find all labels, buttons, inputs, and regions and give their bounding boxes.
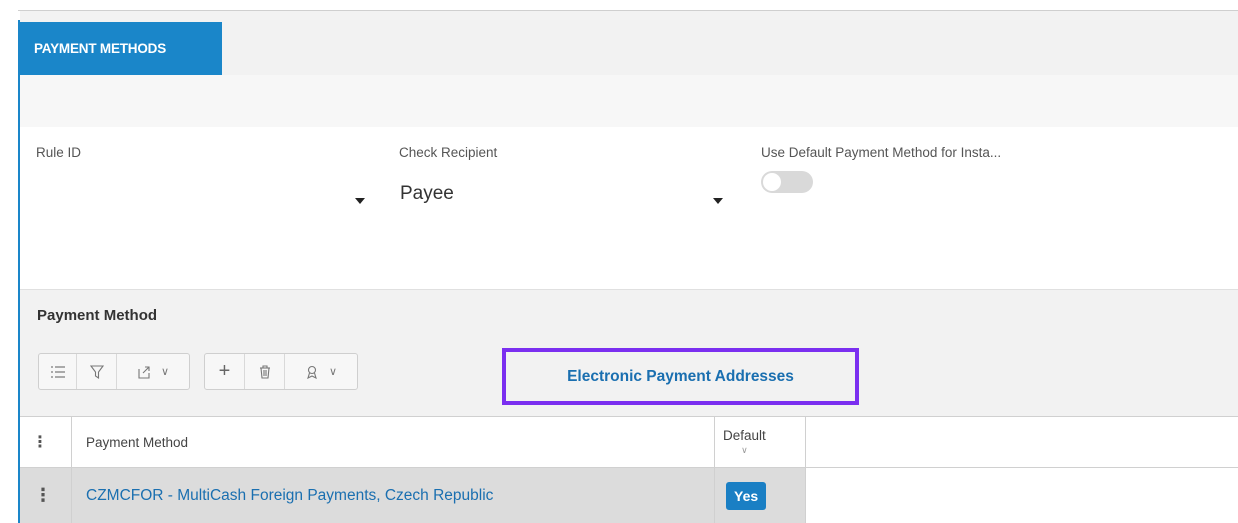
row-menu[interactable]: ⋮ — [34, 468, 54, 523]
trash-icon — [259, 364, 270, 379]
rule-form: Rule ID Check Recipient Payee Use Defaul… — [20, 127, 1238, 289]
section-title: Payment Method — [37, 307, 158, 324]
plus-icon: + — [218, 360, 231, 382]
sort-chevron-icon: ∨ — [741, 445, 748, 455]
default-cell: Yes — [726, 468, 767, 523]
header-band — [20, 75, 1238, 127]
toolbar-group-edit: + ∨ — [204, 353, 358, 390]
column-separator — [805, 417, 806, 467]
column-label: Default — [723, 428, 766, 443]
column-header-default[interactable]: Default ∨ — [723, 417, 766, 467]
export-button[interactable]: ∨ — [117, 354, 189, 389]
rule-id-dropdown-caret[interactable] — [355, 198, 365, 204]
list-button[interactable] — [39, 354, 77, 389]
column-separator — [71, 468, 72, 523]
use-default-toggle[interactable] — [761, 171, 813, 193]
add-button[interactable]: + — [205, 354, 245, 389]
toggle-knob — [763, 173, 781, 191]
check-recipient-value[interactable]: Payee — [400, 183, 454, 205]
toolbar-group-view: ∨ — [38, 353, 190, 390]
default-yes-badge: Yes — [726, 481, 767, 510]
electronic-payment-addresses-button[interactable]: Electronic Payment Addresses — [502, 348, 859, 405]
kebab-icon: ⋮ — [34, 485, 52, 505]
table-row[interactable]: ⋮ CZMCFOR - MultiCash Foreign Payments, … — [20, 468, 1238, 523]
rule-id-label: Rule ID — [36, 145, 82, 160]
grid-header: ⋮ Payment Method Default ∨ — [20, 416, 1238, 468]
column-separator — [714, 417, 715, 467]
chevron-down-icon: ∨ — [328, 366, 338, 378]
payment-method-section: Payment Method ∨ + ∨ Electronic Payment … — [20, 290, 1238, 416]
use-default-label: Use Default Payment Method for Insta... — [761, 145, 1002, 160]
column-header-payment-method[interactable]: Payment Method — [86, 417, 188, 467]
column-menu[interactable]: ⋮ — [32, 417, 52, 467]
chevron-down-icon: ∨ — [160, 366, 170, 378]
filter-button[interactable] — [77, 354, 117, 389]
list-icon — [50, 365, 65, 378]
ribbon-icon — [307, 365, 317, 379]
column-label: Payment Method — [86, 434, 189, 450]
column-separator — [71, 417, 72, 467]
payment-method-link[interactable]: CZMCFOR - MultiCash Foreign Payments, Cz… — [86, 487, 493, 505]
export-icon — [138, 365, 150, 379]
kebab-icon: ⋮ — [32, 434, 48, 451]
check-recipient-label: Check Recipient — [399, 145, 498, 160]
electronic-payment-addresses-label: Electronic Payment Addresses — [567, 367, 794, 385]
payment-method-cell[interactable]: CZMCFOR - MultiCash Foreign Payments, Cz… — [86, 468, 493, 523]
column-separator — [805, 468, 806, 523]
grid-toolbar: ∨ + ∨ — [38, 353, 358, 390]
delete-button[interactable] — [245, 354, 285, 389]
actions-button[interactable]: ∨ — [285, 354, 357, 389]
filter-icon — [89, 364, 104, 379]
check-recipient-dropdown-caret[interactable] — [713, 198, 723, 204]
column-separator — [714, 468, 715, 523]
